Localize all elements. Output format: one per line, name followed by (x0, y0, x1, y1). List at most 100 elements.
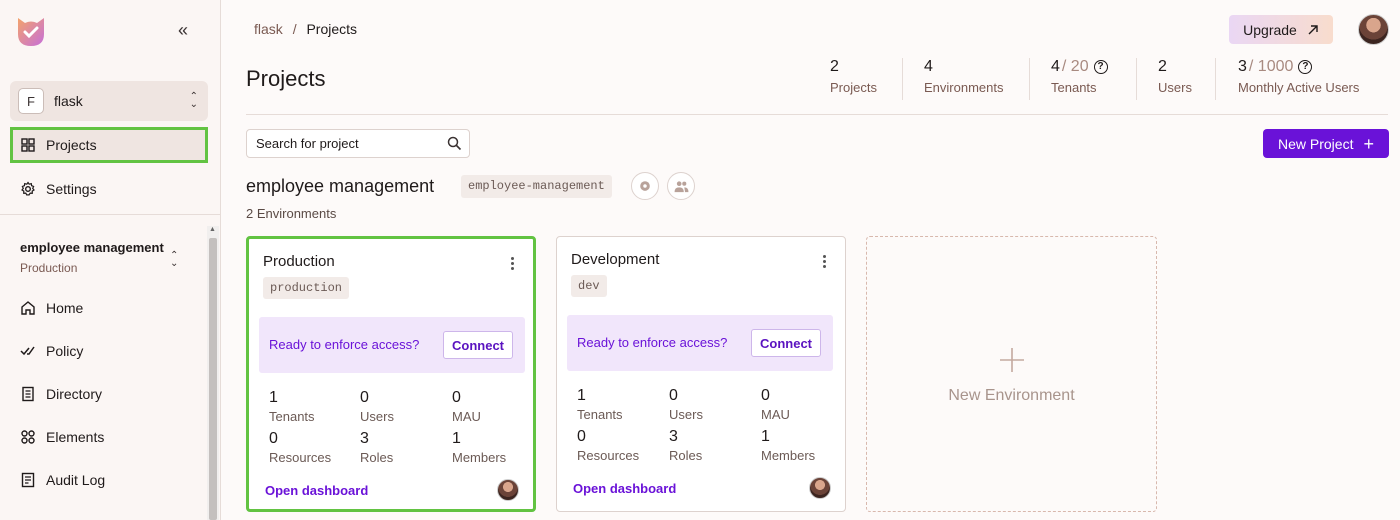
stat-value: 2 (1158, 58, 1167, 75)
stat-value: 4 (1051, 58, 1060, 75)
upgrade-button[interactable]: Upgrade (1229, 15, 1333, 44)
environment-card-production[interactable]: Production production Ready to enforce a… (246, 236, 536, 512)
stat-users: 2 Users (1158, 58, 1192, 100)
metric-value: 0 (360, 389, 369, 406)
open-dashboard-link[interactable]: Open dashboard (265, 483, 368, 498)
stat-label: Projects (830, 80, 877, 95)
sidebar-item-directory[interactable]: Directory (20, 386, 102, 402)
environment-name: Development (571, 251, 660, 268)
search-placeholder: Search for project (256, 136, 359, 151)
stat-tenants: 4/ 20? Tenants (1051, 58, 1108, 100)
metric-label: Roles (360, 450, 394, 465)
collapse-sidebar-icon[interactable]: « (178, 20, 188, 40)
metric-resources: 0 Resources (269, 430, 331, 465)
metric-value: 1 (761, 428, 770, 445)
sidebar-item-label: Home (46, 300, 84, 316)
metric-value: 1 (452, 430, 461, 447)
environment-count: 2 Environments (246, 206, 337, 221)
upgrade-label: Upgrade (1243, 21, 1297, 38)
metric-label: Tenants (269, 409, 315, 424)
help-icon[interactable]: ? (1298, 60, 1313, 74)
stat-divider (1029, 58, 1030, 100)
metric-tenants: 1 Tenants (577, 387, 623, 422)
environment-card-development[interactable]: Development dev Ready to enforce access?… (556, 236, 846, 512)
metric-value: 1 (577, 387, 586, 404)
metric-label: Members (761, 448, 816, 463)
open-dashboard-link[interactable]: Open dashboard (573, 481, 676, 496)
project-settings-button[interactable] (631, 172, 659, 200)
stat-divider (902, 58, 903, 100)
scroll-up-arrow-icon[interactable]: ▲ (209, 226, 216, 233)
new-project-button[interactable]: New Project + (1263, 129, 1389, 158)
chevron-updown-icon[interactable]: ⌃ ⌄ (170, 251, 178, 269)
metric-users: 0 Users (669, 387, 703, 422)
project-members-button[interactable] (667, 172, 695, 200)
metric-mau: 0 MAU (452, 389, 481, 424)
stat-max: / 1000 (1248, 58, 1294, 75)
enforce-access-banner: Ready to enforce access? Connect (567, 315, 833, 371)
sidebar-item-elements[interactable]: Elements (20, 429, 104, 445)
sidebar-divider (0, 214, 221, 215)
scrollbar-thumb[interactable] (209, 238, 217, 520)
audit-log-icon (21, 472, 35, 488)
new-environment-card[interactable]: New Environment (866, 236, 1157, 512)
search-icon[interactable] (447, 136, 462, 151)
metric-value: 1 (269, 389, 278, 406)
member-avatar[interactable] (497, 479, 519, 501)
sidebar-item-settings[interactable]: Settings (10, 171, 208, 207)
sidebar-item-label: Settings (46, 181, 97, 197)
metric-tenants: 1 Tenants (269, 389, 315, 424)
metric-label: MAU (452, 409, 481, 424)
environment-switcher[interactable]: employee management Production (20, 240, 164, 275)
sidebar-item-label: Directory (46, 386, 103, 402)
sidebar-item-audit-log[interactable]: Audit Log (20, 472, 105, 488)
connect-button[interactable]: Connect (751, 329, 821, 357)
stat-label: Tenants (1051, 80, 1097, 95)
help-icon[interactable]: ? (1093, 60, 1108, 74)
metric-value: 0 (452, 389, 461, 406)
metric-members: 1 Members (761, 428, 815, 463)
stat-value: 4 (924, 58, 933, 75)
more-options-icon[interactable] (823, 255, 827, 270)
org-avatar: F (18, 88, 44, 114)
member-avatar[interactable] (809, 477, 831, 499)
metric-label: Resources (577, 448, 640, 463)
sidebar-item-policy[interactable]: Policy (20, 343, 83, 359)
environment-key: production (263, 277, 350, 299)
enforce-access-banner: Ready to enforce access? Connect (259, 317, 525, 373)
sidebar-item-label: Audit Log (46, 472, 106, 488)
enforce-text: Ready to enforce access? (269, 337, 420, 352)
new-project-label: New Project (1278, 135, 1354, 152)
org-selector[interactable]: F flask ⌃ ⌄ (10, 81, 208, 121)
more-options-icon[interactable] (511, 257, 515, 272)
sidebar-scrollbar[interactable]: ▲ (207, 226, 219, 520)
metric-roles: 3 Roles (669, 428, 702, 463)
policy-check-icon (20, 346, 35, 356)
metric-users: 0 Users (360, 389, 394, 424)
project-key: employee-management (461, 175, 612, 198)
metric-mau: 0 MAU (761, 387, 790, 422)
project-name: employee management (246, 176, 435, 196)
app-logo-icon[interactable] (14, 14, 48, 48)
stat-projects: 2 Projects (830, 58, 877, 100)
metric-members: 1 Members (452, 430, 506, 465)
user-avatar[interactable] (1358, 14, 1389, 45)
metric-label: Resources (269, 450, 332, 465)
breadcrumb-org[interactable]: flask (254, 21, 283, 37)
sidebar-item-projects[interactable]: Projects (10, 127, 208, 163)
metric-value: 0 (269, 430, 278, 447)
stat-label: Users (1158, 80, 1192, 95)
environment-name: Production (263, 253, 335, 270)
metric-label: Roles (669, 448, 703, 463)
search-input[interactable]: Search for project (246, 129, 470, 158)
chevron-updown-icon: ⌃ ⌄ (189, 91, 198, 110)
metric-label: Tenants (577, 407, 623, 422)
elements-icon (21, 430, 35, 444)
org-name: flask (54, 93, 83, 109)
stat-environments: 4 Environments (924, 58, 1003, 100)
connect-button[interactable]: Connect (443, 331, 513, 359)
stat-max: / 20 (1061, 58, 1089, 75)
metric-roles: 3 Roles (360, 430, 393, 465)
sidebar-item-home[interactable]: Home (20, 300, 83, 316)
directory-icon (22, 386, 34, 402)
